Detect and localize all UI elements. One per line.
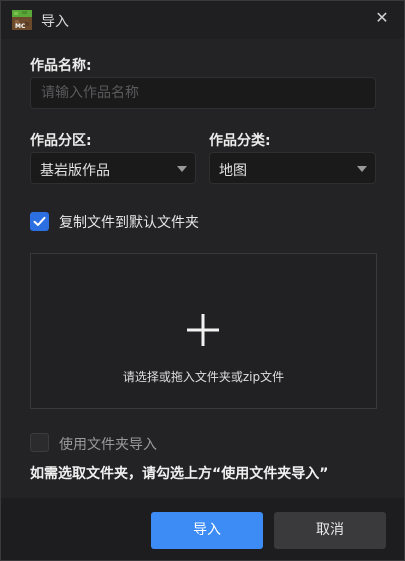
category-select[interactable]: 地图	[209, 152, 376, 184]
dialog-footer: 导入 取消	[1, 498, 404, 560]
import-dialog: MC 导入 ✕ 作品名称: 作品分区: 基岩版作品 作品分类: 地图 复制文件到…	[0, 0, 405, 561]
category-label: 作品分类:	[209, 133, 271, 149]
zone-select[interactable]: 基岩版作品	[30, 152, 196, 184]
close-icon[interactable]: ✕	[374, 10, 390, 26]
chevron-down-icon	[177, 166, 187, 172]
copy-checkbox-label: 复制文件到默认文件夹	[59, 215, 199, 231]
folder-checkbox-label: 使用文件夹导入	[59, 437, 157, 453]
name-field[interactable]	[30, 77, 376, 109]
svg-text:MC: MC	[15, 23, 26, 30]
cancel-button[interactable]: 取消	[274, 512, 386, 549]
zone-label: 作品分区:	[30, 133, 92, 149]
copy-to-default-folder-checkbox[interactable]	[30, 212, 49, 231]
import-button[interactable]: 导入	[151, 512, 263, 549]
category-selected-value: 地图	[219, 163, 247, 179]
name-label: 作品名称:	[30, 58, 92, 74]
dialog-title: 导入	[41, 14, 69, 30]
minecraft-app-icon: MC	[12, 10, 32, 30]
use-folder-import-checkbox[interactable]	[30, 433, 49, 452]
zone-selected-value: 基岩版作品	[40, 163, 110, 179]
plus-icon	[187, 314, 219, 346]
dropzone-text: 请选择或拖入文件夹或zip文件	[122, 370, 285, 384]
title-bar: MC 导入 ✕	[1, 1, 404, 39]
name-input[interactable]	[31, 78, 375, 108]
folder-hint-text: 如需选取文件夹，请勾选上方“使用文件夹导入”	[30, 466, 329, 482]
chevron-down-icon	[357, 166, 367, 172]
file-dropzone[interactable]: 请选择或拖入文件夹或zip文件	[30, 253, 377, 409]
checkmark-icon	[33, 216, 46, 226]
